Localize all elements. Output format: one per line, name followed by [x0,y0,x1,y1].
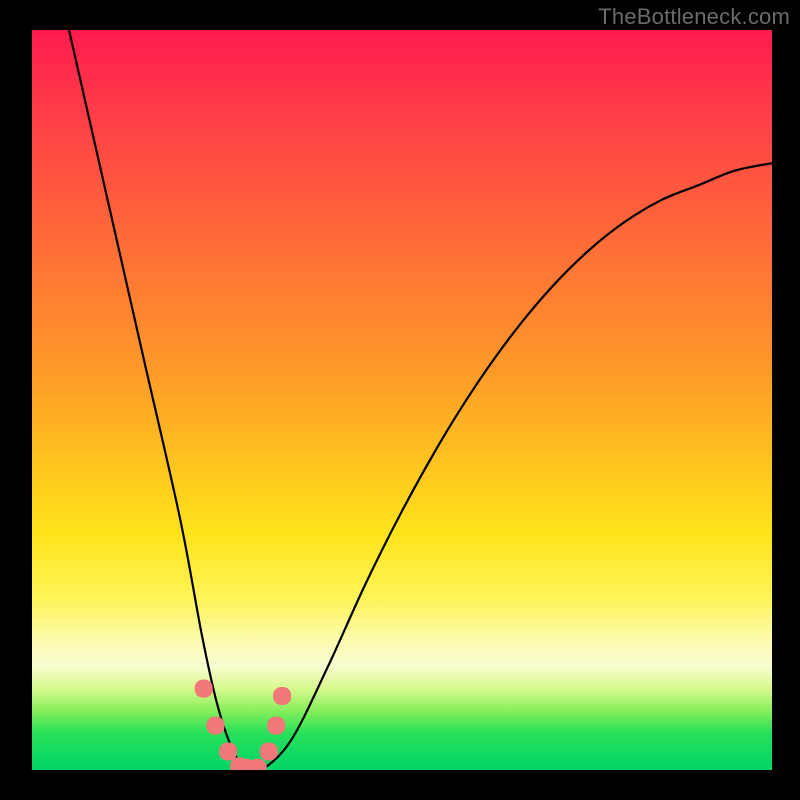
bottleneck-curve-svg [32,30,772,770]
plot-area [32,30,772,770]
marker-point [207,717,225,735]
chart-frame: TheBottleneck.com [0,0,800,800]
marker-point [219,743,237,761]
marker-cluster [195,680,291,770]
marker-point [267,717,285,735]
marker-point [195,680,213,698]
watermark-text: TheBottleneck.com [598,4,790,30]
marker-point [260,743,278,761]
marker-point [273,687,291,705]
bottleneck-curve [69,30,772,770]
